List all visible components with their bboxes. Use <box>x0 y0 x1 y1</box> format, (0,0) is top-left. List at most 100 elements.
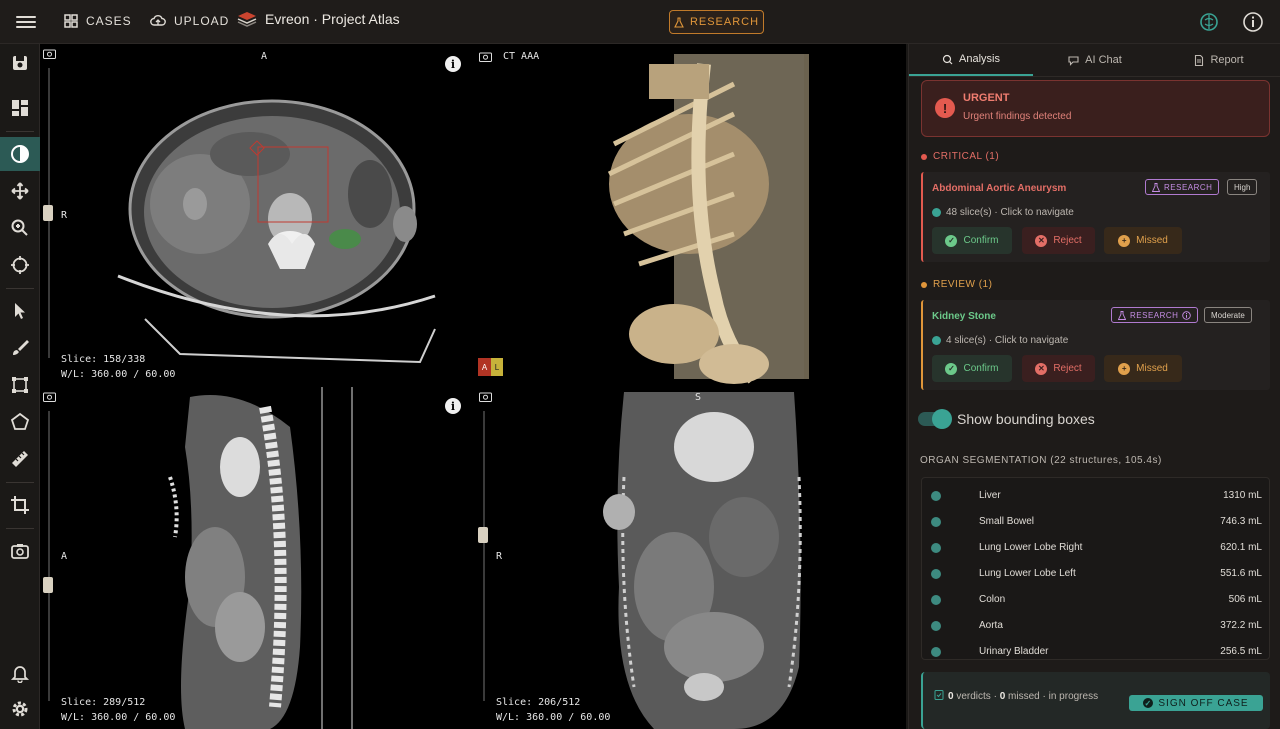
slice-link-label: 4 slice(s) · Click to navigate <box>946 335 1069 346</box>
orientation-marker-left: R <box>496 551 503 562</box>
save-tool-button[interactable] <box>0 46 40 80</box>
urgent-title: URGENT <box>963 92 1010 104</box>
crosshair-tool-button[interactable] <box>0 248 40 282</box>
coronal-viewport[interactable]: S R i Slice: 206/512 W/L: 360.00 / 60.00 <box>474 387 906 729</box>
review-section-header[interactable]: REVIEW (1) <box>921 279 992 290</box>
info-icon[interactable]: i <box>445 398 461 414</box>
urgent-subtitle: Urgent findings detected <box>963 111 1072 122</box>
organ-color-dot[interactable] <box>931 569 941 579</box>
confirm-button[interactable]: ✓ Confirm <box>932 227 1012 254</box>
reject-button[interactable]: ✕ Reject <box>1022 227 1095 254</box>
analysis-panel: Analysis AI Chat Report ! URGENT Urgent … <box>908 44 1280 729</box>
slice-slider-track[interactable] <box>483 411 485 701</box>
snapshot-icon[interactable] <box>43 391 56 402</box>
info-icon[interactable]: i <box>445 56 461 72</box>
urgent-alert: ! URGENT Urgent findings detected <box>921 80 1270 137</box>
zoom-icon <box>11 219 28 236</box>
research-badge[interactable]: RESEARCH <box>669 10 764 34</box>
menu-icon[interactable] <box>16 13 36 31</box>
window-level-tool-button[interactable] <box>0 137 40 171</box>
slice-slider-thumb[interactable] <box>43 577 53 593</box>
slice-slider-thumb[interactable] <box>478 527 488 543</box>
coronal-ct-image <box>603 392 802 729</box>
finding-card[interactable]: Abdominal Aortic Aneurysm RESEARCH High … <box>921 172 1270 262</box>
crop-tool-button[interactable] <box>0 488 40 522</box>
orientation-cube-a: A <box>478 358 491 376</box>
pan-tool-button[interactable] <box>0 174 40 208</box>
slice-slider-thumb[interactable] <box>43 205 53 221</box>
axial-viewport[interactable]: A R i Slice: 158/338 W/L: 360.00 / 60.00 <box>40 44 472 385</box>
list-item[interactable]: Liver 1310 mL <box>922 483 1269 509</box>
upload-label: UPLOAD <box>174 14 230 28</box>
tab-ai-chat[interactable]: AI Chat <box>1033 44 1157 76</box>
top-bar: CASES UPLOAD Evreon · Project Atlas RESE… <box>0 0 1280 44</box>
organ-color-dot[interactable] <box>931 595 941 605</box>
brush-icon <box>13 340 29 355</box>
list-item[interactable]: Urinary Bladder 256.5 mL <box>922 639 1269 659</box>
brain-icon[interactable] <box>1198 11 1220 33</box>
zoom-tool-button[interactable] <box>0 211 40 245</box>
review-dot <box>921 281 927 288</box>
volume-render-image <box>607 54 809 384</box>
x-icon: ✕ <box>1035 234 1048 247</box>
critical-dot <box>921 153 927 160</box>
settings-button[interactable] <box>0 692 40 726</box>
contrast-icon <box>11 145 29 163</box>
organ-color-dot[interactable] <box>931 517 941 527</box>
snapshot-icon[interactable] <box>479 51 492 62</box>
list-item[interactable]: Aorta 372.2 mL <box>922 613 1269 639</box>
slice-link[interactable]: 48 slice(s) · Click to navigate <box>932 207 1074 218</box>
volume-render-viewport[interactable]: CT AAA A L <box>474 44 906 385</box>
missed-button[interactable]: + Missed <box>1104 227 1182 254</box>
crop-icon <box>11 496 29 514</box>
cloud-upload-icon <box>150 15 166 26</box>
cases-button[interactable]: CASES <box>64 14 132 28</box>
slice-link[interactable]: 4 slice(s) · Click to navigate <box>932 335 1068 346</box>
snapshot-icon[interactable] <box>43 48 56 59</box>
slice-slider-track[interactable] <box>48 411 50 701</box>
organ-color-dot[interactable] <box>931 647 941 657</box>
sagittal-viewport[interactable]: A i Slice: 289/512 W/L: 360.00 / 60.00 <box>40 387 472 729</box>
polygon-tool-button[interactable] <box>0 405 40 439</box>
layout-tool-button[interactable] <box>0 91 40 125</box>
list-item[interactable]: Lung Lower Lobe Right 620.1 mL <box>922 535 1269 561</box>
check-icon: ✓ <box>1143 698 1154 708</box>
viewport-grid: A R i Slice: 158/338 W/L: 360.00 / 60.00… <box>40 44 906 729</box>
window-level-readout: W/L: 360.00 / 60.00 <box>496 712 611 723</box>
organ-color-dot[interactable] <box>931 543 941 553</box>
info-icon[interactable] <box>1242 11 1264 33</box>
critical-section-header[interactable]: CRITICAL (1) <box>921 151 999 162</box>
list-item[interactable]: Colon 506 mL <box>922 587 1269 613</box>
bounding-box-toggle[interactable] <box>918 409 952 429</box>
list-item[interactable]: Small Bowel 746.3 mL <box>922 509 1269 535</box>
snapshot-tool-button[interactable] <box>0 534 40 568</box>
tab-report[interactable]: Report <box>1157 44 1280 76</box>
toggle-label: Show bounding boxes <box>957 411 1095 427</box>
tab-analysis[interactable]: Analysis <box>909 44 1033 76</box>
upload-button[interactable]: UPLOAD <box>150 14 229 28</box>
bounding-box-tool-button[interactable] <box>0 368 40 402</box>
finding-card[interactable]: Kidney Stone RESEARCH Moderate 4 slice(s… <box>921 300 1270 390</box>
confirm-button[interactable]: ✓ Confirm <box>932 355 1012 382</box>
organ-color-dot[interactable] <box>931 491 941 501</box>
verdict-count: 0 <box>948 691 954 702</box>
missed-button[interactable]: + Missed <box>1104 355 1182 382</box>
list-item[interactable]: Lung Lower Lobe Left 551.6 mL <box>922 561 1269 587</box>
notifications-button[interactable] <box>0 656 40 690</box>
camera-icon <box>11 544 29 559</box>
ruler-tool-button[interactable] <box>0 442 40 476</box>
research-tag: RESEARCH <box>1111 307 1199 323</box>
orientation-marker-left: R <box>61 210 68 221</box>
brush-tool-button[interactable] <box>0 331 40 365</box>
slice-link-label: 48 slice(s) · Click to navigate <box>946 207 1074 218</box>
select-tool-button[interactable] <box>0 294 40 328</box>
organ-list[interactable]: Liver 1310 mL Small Bowel 746.3 mL Lung Lo… <box>921 477 1270 660</box>
snapshot-icon[interactable] <box>479 391 492 402</box>
x-icon: ✕ <box>1035 362 1048 375</box>
sign-off-button[interactable]: ✓ SIGN OFF CASE <box>1129 695 1263 711</box>
reject-button[interactable]: ✕ Reject <box>1022 355 1095 382</box>
grid-icon <box>64 14 78 28</box>
organ-color-dot[interactable] <box>931 621 941 631</box>
finding-title: Kidney Stone <box>932 311 996 322</box>
flask-icon <box>674 16 684 28</box>
